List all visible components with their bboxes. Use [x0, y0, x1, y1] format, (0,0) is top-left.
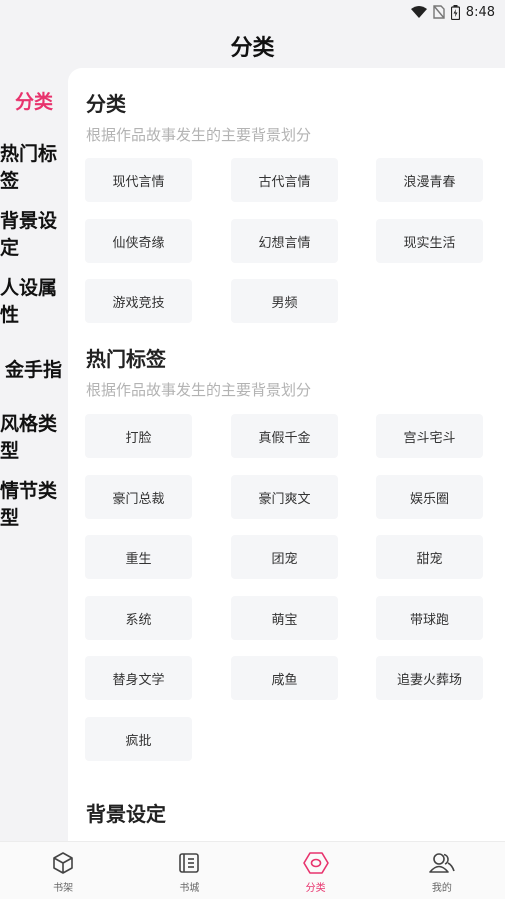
tag-button[interactable]: 疯批: [85, 717, 192, 761]
header: 分类: [0, 24, 505, 68]
tab-label: 书城: [179, 883, 200, 894]
no-sim-icon: [433, 5, 445, 19]
tab-bookshelf[interactable]: 书架: [0, 842, 126, 899]
tag-button[interactable]: 现实生活: [376, 219, 483, 263]
tab-bookstore[interactable]: 书城: [126, 842, 252, 899]
tab-category[interactable]: 分类: [253, 842, 379, 899]
hexagon-icon: [302, 852, 329, 874]
nav-item-persona[interactable]: 人设属性: [0, 275, 68, 329]
tag-button[interactable]: 幻想言情: [231, 219, 338, 263]
tab-label: 书架: [53, 883, 74, 894]
tag-button[interactable]: 真假千金: [231, 414, 338, 458]
tag-button[interactable]: 追妻火葬场: [376, 656, 483, 700]
tag-button[interactable]: 系统: [85, 596, 192, 640]
nav-item-golden-finger[interactable]: 金手指: [0, 357, 68, 384]
tag-button[interactable]: 萌宝: [231, 596, 338, 640]
tag-button[interactable]: 咸鱼: [231, 656, 338, 700]
battery-icon: [450, 4, 460, 20]
tag-button[interactable]: 甜宠: [376, 535, 483, 579]
nav-item-hot-tags[interactable]: 热门标签: [0, 141, 68, 195]
tag-button[interactable]: 团宠: [231, 535, 338, 579]
tab-label: 我的: [431, 883, 452, 894]
cube-icon: [53, 852, 73, 874]
tag-button[interactable]: 娱乐圈: [376, 475, 483, 519]
tag-button[interactable]: 打脸: [85, 414, 192, 458]
section-title-background: 背景设定: [86, 802, 166, 826]
bottom-tab-bar: 书架 书城 分类 我的: [0, 841, 505, 899]
tag-button[interactable]: 宫斗宅斗: [376, 414, 483, 458]
tag-button[interactable]: 浪漫青春: [376, 158, 483, 202]
tag-button[interactable]: 重生: [85, 535, 192, 579]
tag-button[interactable]: 仙侠奇缘: [85, 219, 192, 263]
book-icon: [179, 853, 200, 873]
tab-label: 分类: [305, 883, 326, 894]
tab-mine[interactable]: 我的: [379, 842, 505, 899]
section-title-category: 分类: [86, 92, 126, 116]
user-icon: [429, 853, 455, 873]
wifi-icon: [410, 5, 427, 18]
tag-button[interactable]: 豪门总裁: [85, 475, 192, 519]
section-desc-category: 根据作品故事发生的主要背景划分: [86, 126, 312, 144]
tag-button[interactable]: 替身文学: [85, 656, 192, 700]
tag-button[interactable]: 男频: [231, 279, 338, 323]
nav-item-plot[interactable]: 情节类型: [0, 478, 68, 532]
tag-button[interactable]: 豪门爽文: [231, 475, 338, 519]
content-panel[interactable]: 分类 根据作品故事发生的主要背景划分 现代言情 古代言情 浪漫青春 仙侠奇缘 幻…: [68, 68, 505, 841]
section-title-hot-tags: 热门标签: [86, 347, 166, 371]
tag-button[interactable]: 现代言情: [85, 158, 192, 202]
nav-item-style[interactable]: 风格类型: [0, 411, 68, 465]
nav-item-background[interactable]: 背景设定: [0, 208, 68, 262]
left-nav: 分类 热门标签 背景设定 人设属性 金手指 风格类型 情节类型: [0, 68, 68, 841]
tag-button[interactable]: 带球跑: [376, 596, 483, 640]
tag-button[interactable]: 游戏竞技: [85, 279, 192, 323]
status-time: 8:48: [465, 4, 495, 20]
tag-button[interactable]: 古代言情: [231, 158, 338, 202]
page-title: 分类: [230, 36, 275, 61]
nav-item-category[interactable]: 分类: [0, 89, 68, 116]
status-bar: 8:48: [0, 0, 505, 24]
section-desc-hot-tags: 根据作品故事发生的主要背景划分: [86, 381, 312, 399]
